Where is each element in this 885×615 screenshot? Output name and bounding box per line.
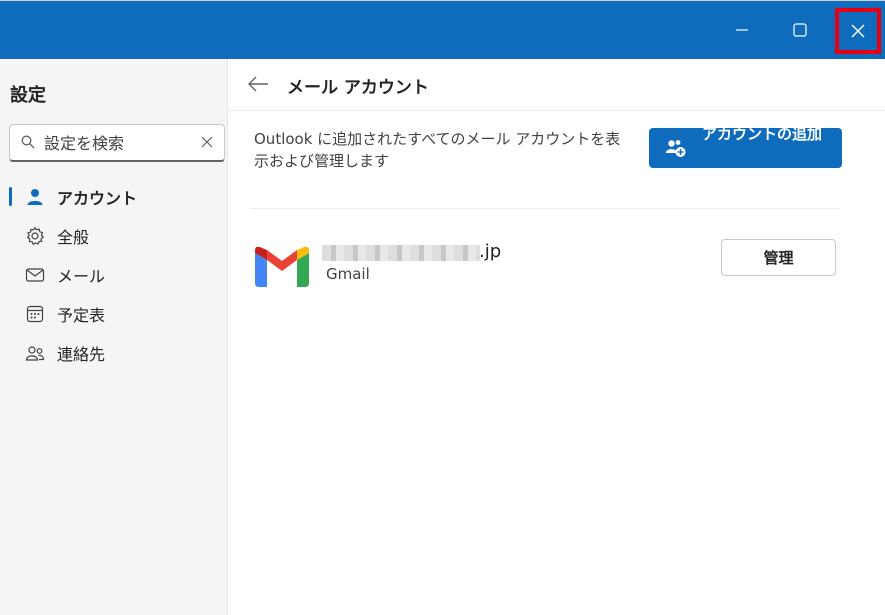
minimize-button[interactable] (720, 9, 764, 51)
maximize-icon (793, 23, 807, 37)
calendar-icon (26, 305, 44, 323)
add-account-label: アカウントの追加 (701, 126, 822, 143)
active-indicator (9, 187, 12, 206)
sidebar-item-account[interactable]: アカウント (0, 178, 228, 214)
sidebar-item-calendar[interactable]: 予定表 (0, 295, 228, 331)
sidebar-item-mail[interactable]: メール (0, 256, 228, 292)
settings-search-box[interactable] (9, 124, 225, 162)
add-person-icon (665, 140, 686, 157)
account-row: .jp Gmail 管理 (250, 230, 840, 300)
maximize-button[interactable] (778, 9, 822, 51)
search-icon (21, 135, 35, 149)
people-icon (25, 346, 45, 361)
back-arrow-icon[interactable] (247, 75, 269, 93)
account-type: Gmail (326, 265, 370, 283)
sidebar-item-label: 全般 (57, 228, 90, 247)
page-title: メール アカウント (287, 78, 429, 98)
sidebar-item-label: 予定表 (57, 306, 106, 325)
title-bar (0, 0, 885, 59)
content-header: メール アカウント (228, 59, 885, 111)
settings-sidebar: 設定 アカウント 全般 メール (0, 59, 228, 615)
person-icon (27, 189, 43, 205)
sidebar-item-label: メール (57, 267, 106, 286)
sidebar-item-label: アカウント (57, 189, 138, 208)
sidebar-item-label: 連絡先 (57, 345, 106, 364)
minimize-icon (736, 29, 748, 31)
mail-icon (25, 268, 45, 282)
email-address: .jp (479, 241, 502, 262)
gmail-logo-icon (255, 247, 309, 287)
close-icon (851, 24, 865, 38)
sidebar-item-contacts[interactable]: 連絡先 (0, 334, 228, 370)
clear-search-icon[interactable] (200, 135, 214, 149)
gear-icon (26, 226, 45, 246)
add-account-button[interactable]: アカウントの追加 (649, 126, 842, 168)
email-address-obscured (322, 245, 480, 261)
divider (250, 208, 840, 209)
accounts-description: Outlook に追加されたすべてのメール アカウントを表示および管理します (254, 130, 621, 170)
sidebar-title: 設定 (10, 85, 46, 106)
search-input[interactable] (44, 130, 194, 156)
sidebar-item-general[interactable]: 全般 (0, 217, 228, 253)
close-button[interactable] (835, 8, 881, 54)
manage-button[interactable]: 管理 (721, 239, 836, 276)
